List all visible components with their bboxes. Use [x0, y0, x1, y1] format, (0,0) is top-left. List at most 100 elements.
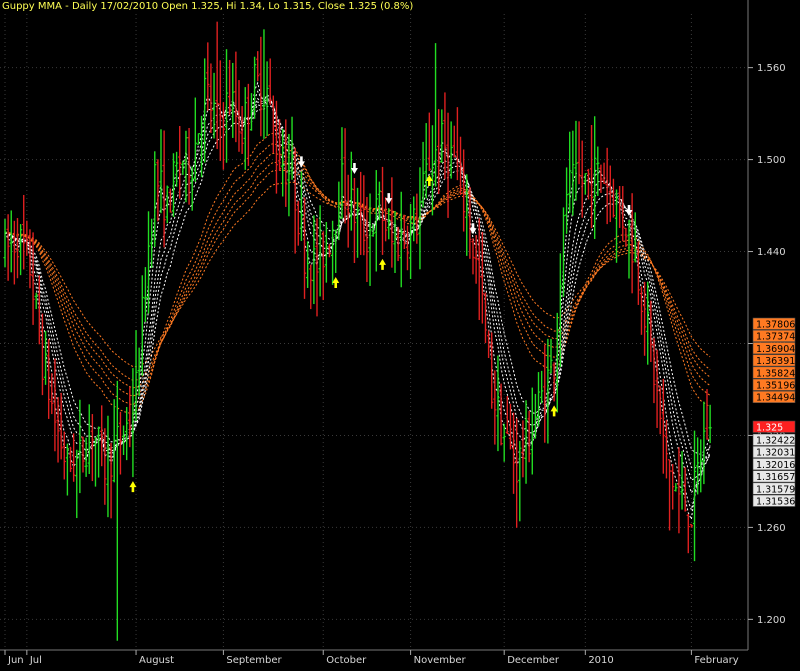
ohlc-bar — [65, 443, 69, 496]
ohlc-bar — [708, 404, 712, 444]
ohlc-bar — [34, 292, 38, 310]
ohlc-bar — [6, 214, 10, 281]
ohlc-bar — [256, 51, 260, 82]
ohlc-bar — [374, 170, 378, 272]
ohlc-bar — [527, 410, 531, 463]
ohlc-bar — [568, 131, 572, 213]
long-ema-value-label: 1.37806 — [752, 317, 796, 331]
ohlc-bar — [692, 430, 697, 562]
ohlc-bar — [299, 171, 303, 241]
ohlc-bar — [3, 218, 7, 268]
ohlc-bar — [499, 383, 503, 446]
ohlc-bar — [75, 449, 79, 519]
short-ema-value-label-text: 1.31579 — [756, 484, 795, 495]
ohlc-bar — [399, 191, 403, 288]
ohlc-bar — [355, 187, 360, 258]
ohlc-bar — [121, 425, 126, 455]
price-tick-label: 1.500 — [757, 155, 786, 166]
ohlc-bar — [228, 59, 232, 116]
ohlc-bar — [477, 218, 481, 320]
ohlc-bar — [611, 178, 615, 218]
long-ema-value-label-text: 1.36391 — [756, 356, 795, 367]
ohlc-bar — [343, 128, 347, 224]
ohlc-bar — [134, 330, 138, 422]
ohlc-bar — [193, 97, 197, 182]
ohlc-bar — [106, 415, 110, 518]
ohlc-bar — [209, 63, 213, 133]
ohlc-bar — [639, 286, 644, 335]
ohlc-bar — [630, 193, 634, 294]
buy-arrow-icon — [129, 481, 137, 493]
ohlc-bar — [184, 130, 188, 203]
price-tick-label: 1.260 — [757, 523, 786, 534]
ohlc-bar — [505, 396, 509, 435]
ohlc-bar — [19, 224, 23, 276]
ohlc-bar — [515, 418, 519, 528]
ohlc-bar — [318, 205, 322, 297]
ohlc-bar — [56, 397, 60, 463]
ohlc-bar — [131, 368, 135, 478]
short-ema-value-label-text: 1.32422 — [756, 436, 795, 447]
ohlc-bar — [596, 146, 600, 196]
last-price-label-text: 1.325 — [756, 423, 783, 434]
time-tick-label: August — [139, 655, 174, 666]
ohlc-bar — [224, 49, 229, 163]
ohlc-bar — [243, 87, 247, 170]
short-ema-value-label: 1.32016 — [752, 458, 796, 471]
ohlc-bar — [680, 451, 684, 510]
ohlc-bar — [324, 221, 328, 283]
long-ema-value-label-text: 1.37806 — [756, 320, 795, 331]
ohlc-bar — [25, 220, 29, 256]
price-chart[interactable]: 1.2001.2601.3201.3801.4401.5001.560 JunJ… — [0, 0, 800, 671]
ohlc-bar — [667, 459, 672, 531]
ohlc-bar — [705, 389, 709, 440]
ohlc-bar — [90, 414, 94, 482]
ohlc-bar — [474, 235, 478, 284]
ohlc-bar — [15, 218, 20, 279]
ohlc-bar — [268, 58, 272, 105]
ohlc-bar — [471, 238, 475, 275]
ohlc-bar — [84, 437, 88, 477]
ohlc-bar — [458, 136, 463, 195]
ohlc-bar — [237, 80, 241, 152]
ohlc-bar — [68, 446, 73, 473]
ohlc-bar — [627, 219, 631, 279]
ohlc-bar — [427, 112, 431, 171]
ohlc-bar — [231, 62, 235, 138]
ohlc-bar — [262, 29, 266, 139]
ohlc-bar — [633, 212, 637, 263]
short-ema-value-label-text: 1.32031 — [756, 448, 795, 459]
ohlc-bar — [671, 463, 675, 510]
ohlc-bar — [462, 149, 466, 232]
time-tick-label: September — [226, 655, 282, 666]
ohlc-bar — [599, 164, 603, 193]
long-ema-value-label-text: 1.36904 — [756, 344, 795, 355]
long-ema-value-label: 1.35196 — [752, 378, 796, 392]
time-tick-label: 2010 — [588, 655, 613, 666]
ohlc-bar — [540, 370, 544, 404]
short-ema-value-label-text: 1.31536 — [756, 497, 795, 508]
ohlc-bar — [175, 151, 179, 187]
ohlc-bar — [393, 210, 397, 273]
time-axis: Jun Jul August September October November Dece… — [0, 649, 748, 666]
ohlc-bar — [240, 106, 244, 154]
ohlc-bar — [440, 109, 444, 163]
ohlc-bar — [446, 112, 450, 218]
ohlc-bar — [443, 92, 447, 180]
ohlc-bar — [109, 442, 113, 519]
time-tick-label: November — [414, 655, 467, 666]
ohlc-bar — [543, 344, 547, 443]
short-ema-15 — [4, 105, 711, 455]
ohlc-bar — [574, 120, 578, 201]
ohlc-bar — [699, 439, 703, 493]
short-ema-value-label-text: 1.31657 — [756, 472, 795, 483]
ohlc-bar — [365, 197, 369, 282]
long-ema-value-label: 1.36391 — [752, 354, 796, 367]
ohlc-bar — [530, 387, 534, 475]
ohlc-bar — [87, 404, 91, 475]
ohlc-bar — [31, 232, 35, 325]
ohlc-bar — [93, 437, 98, 487]
ohlc-bar — [53, 358, 57, 452]
time-tick-label: February — [694, 655, 738, 666]
price-tick-label: 1.560 — [757, 63, 786, 74]
